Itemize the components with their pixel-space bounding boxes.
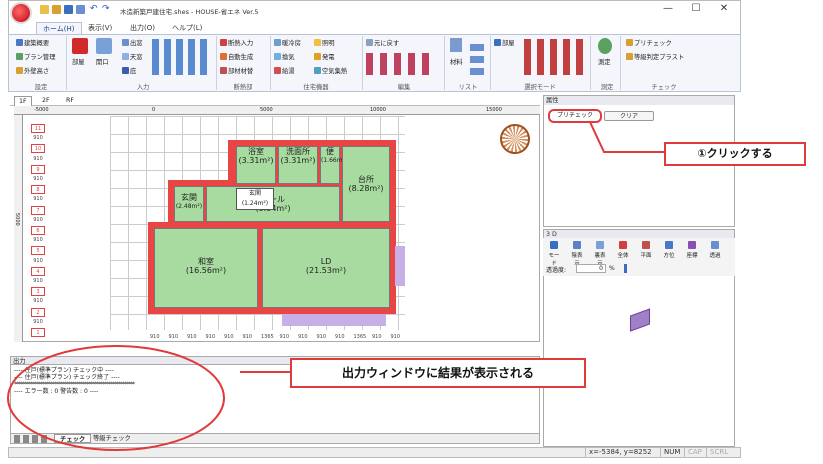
- callout-line-precheck: [589, 121, 664, 153]
- callout-click: ①クリックする: [664, 142, 806, 166]
- annotation-overlay: [7, 121, 664, 451]
- output-highlight-ellipse: [7, 345, 225, 451]
- app-logo-icon[interactable]: [10, 2, 32, 24]
- callout-result: 出力ウィンドウに結果が表示される: [290, 358, 586, 388]
